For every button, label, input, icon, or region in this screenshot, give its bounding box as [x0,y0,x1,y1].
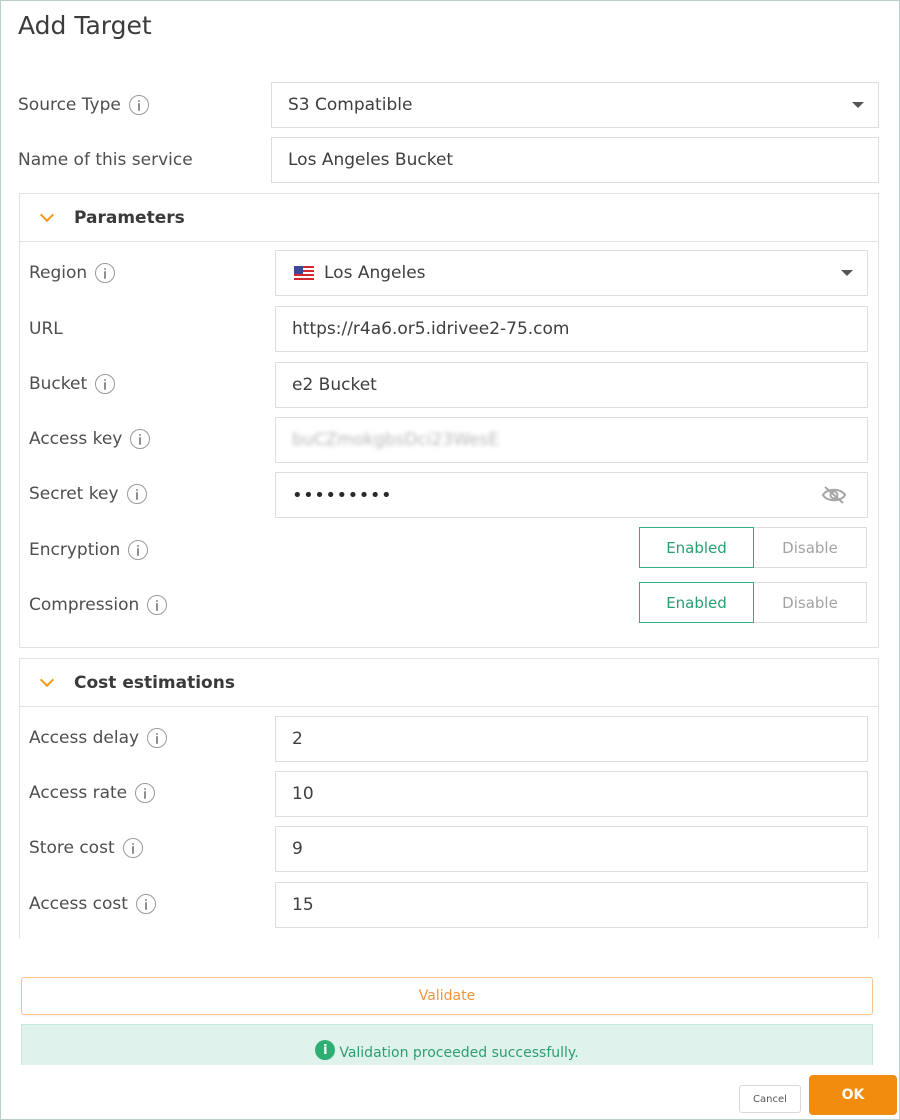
chevron-down-icon [841,270,853,276]
url-label-text: URL [29,319,63,339]
secret-key-value: ••••••••• [292,484,393,506]
access-key-label: Access key [29,424,151,454]
chevron-down-icon [852,102,864,108]
access-delay-input[interactable]: 2 [275,716,868,762]
encryption-label: Encryption [29,535,149,565]
access-rate-value: 10 [292,784,314,804]
store-cost-label-text: Store cost [29,838,115,858]
validation-success-banner: i Validation proceeded successfully. [21,1024,873,1065]
secret-key-label: Secret key [29,479,147,509]
parameters-heading: Parameters [74,207,185,228]
access-cost-input[interactable]: 15 [275,882,868,928]
compression-label: Compression [29,590,168,620]
service-name-value: Los Angeles Bucket [288,150,454,170]
access-key-label-text: Access key [29,429,123,449]
region-label: Region [29,258,116,288]
info-icon[interactable] [95,374,116,394]
success-info-icon: i [315,1040,336,1060]
cost-estimations-header[interactable]: Cost estimations [20,659,878,707]
bucket-label-text: Bucket [29,374,88,394]
access-cost-value: 15 [292,895,314,915]
chevron-down-icon [39,672,55,687]
compression-label-text: Compression [29,595,140,615]
region-label-text: Region [29,263,88,283]
info-icon[interactable] [128,540,149,560]
source-type-value: S3 Compatible [288,95,413,115]
service-name-input[interactable]: Los Angeles Bucket [271,137,879,183]
source-type-select[interactable]: S3 Compatible [271,82,879,128]
source-type-label: Source Type [18,90,149,120]
info-icon[interactable] [122,838,143,858]
url-value: https://r4a6.or5.idrivee2-75.com [292,319,570,339]
info-icon[interactable] [135,894,156,914]
ok-button[interactable]: OK [809,1075,897,1115]
info-icon[interactable] [126,484,147,504]
access-delay-label: Access delay [29,723,168,753]
info-icon[interactable] [147,728,168,748]
info-icon[interactable] [95,263,116,283]
url-label: URL [29,314,63,344]
bucket-value: e2 Bucket [292,375,377,395]
access-cost-label: Access cost [29,889,156,919]
region-select[interactable]: Los Angeles [275,250,868,296]
encryption-label-text: Encryption [29,540,121,560]
region-value: Los Angeles [324,263,426,283]
access-delay-value: 2 [292,729,303,749]
encryption-disable-button[interactable]: Disable [754,528,866,567]
access-rate-input[interactable]: 10 [275,771,868,817]
access-key-value: buCZmokgbsDci23WesE [292,430,499,450]
info-icon[interactable] [135,783,156,803]
store-cost-label: Store cost [29,833,143,863]
encryption-enabled-button[interactable]: Enabled [639,527,754,568]
compression-toggle: Enabled Disable [639,582,867,623]
info-icon[interactable] [147,595,168,615]
service-name-label: Name of this service [18,145,193,175]
bucket-input[interactable]: e2 Bucket [275,362,868,408]
service-name-label-text: Name of this service [18,150,193,170]
url-input[interactable]: https://r4a6.or5.idrivee2-75.com [275,306,868,352]
encryption-toggle: Enabled Disable [639,527,867,568]
chevron-down-icon [39,207,55,222]
secret-key-input[interactable]: ••••••••• [275,472,868,518]
store-cost-value: 9 [292,839,303,859]
validation-success-message: Validation proceeded successfully. [339,1045,579,1061]
access-key-input[interactable]: buCZmokgbsDci23WesE [275,417,868,463]
secret-key-label-text: Secret key [29,484,119,504]
eye-slash-icon[interactable] [821,485,847,505]
add-target-dialog: Add Target Source Type S3 Compatible Nam… [0,0,900,1120]
access-delay-label-text: Access delay [29,728,140,748]
us-flag-icon [294,266,314,280]
info-icon[interactable] [130,429,151,449]
access-cost-label-text: Access cost [29,894,128,914]
parameters-header[interactable]: Parameters [20,194,878,242]
store-cost-input[interactable]: 9 [275,826,868,872]
access-rate-label-text: Access rate [29,783,128,803]
cost-estimations-heading: Cost estimations [74,672,235,693]
cancel-button[interactable]: Cancel [739,1085,801,1113]
dialog-title: Add Target [18,11,152,40]
info-icon[interactable] [128,95,149,115]
validate-button[interactable]: Validate [21,977,873,1015]
access-rate-label: Access rate [29,778,156,808]
compression-disable-button[interactable]: Disable [754,583,866,622]
bucket-label: Bucket [29,369,116,399]
source-type-label-text: Source Type [18,95,121,115]
compression-enabled-button[interactable]: Enabled [639,582,754,623]
